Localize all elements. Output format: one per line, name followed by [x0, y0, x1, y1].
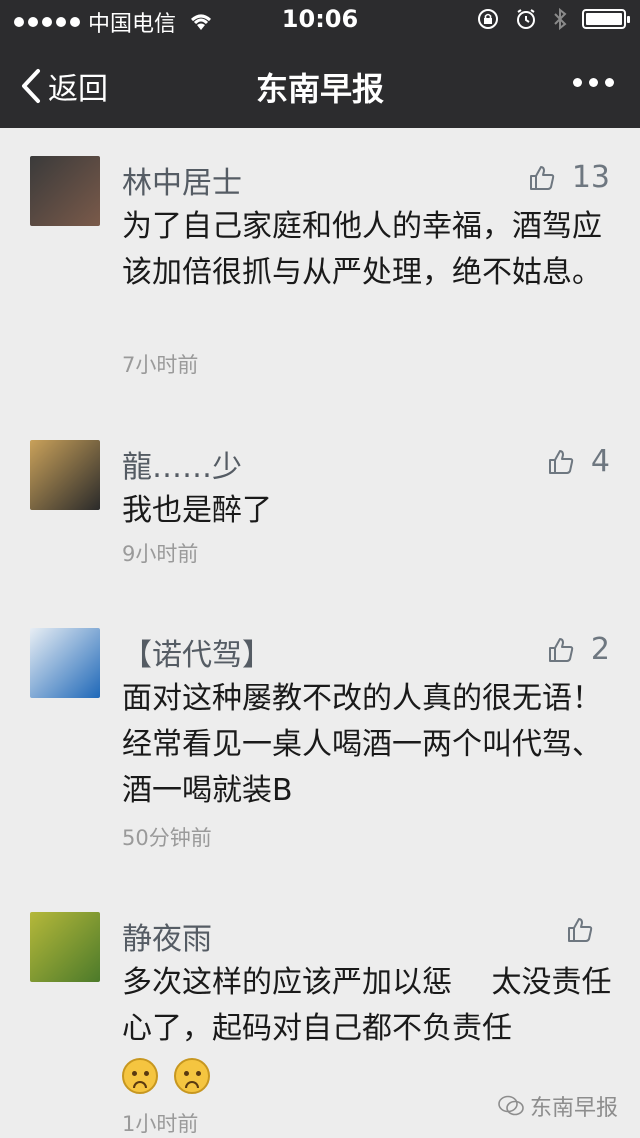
page-title: 东南早报: [0, 64, 640, 110]
comment-text-body: 多次这样的应该严加以惩 太没责任心了，起码对自己都不负责任: [122, 965, 612, 1046]
like-button[interactable]: 13: [528, 160, 610, 195]
comment-time: 1小时前: [122, 1108, 198, 1138]
comment-time: 50分钟前: [122, 822, 212, 852]
commenter-name[interactable]: 林中居士: [122, 158, 242, 202]
commenter-name[interactable]: 龍……少: [122, 442, 242, 486]
sad-face-emoji-icon: [122, 1058, 158, 1094]
thumbs-up-icon: [566, 916, 594, 944]
comment-time: 9小时前: [122, 538, 198, 568]
like-count: 13: [572, 160, 610, 195]
thumbs-up-icon: [547, 448, 575, 476]
watermark: 东南早报: [498, 1090, 618, 1122]
commenter-name[interactable]: 静夜雨: [122, 914, 212, 958]
avatar[interactable]: [30, 440, 100, 510]
thumbs-up-icon: [528, 164, 556, 192]
more-dots-icon[interactable]: [573, 78, 614, 87]
like-button[interactable]: 2: [547, 632, 610, 667]
comment-text: 我也是醉了: [122, 488, 612, 534]
like-button[interactable]: [566, 916, 610, 944]
comment-time: 7小时前: [122, 349, 198, 379]
like-count: 4: [591, 444, 610, 479]
status-bar: 中国电信 10:06: [0, 0, 640, 40]
watermark-label: 东南早报: [530, 1090, 618, 1122]
like-count: 2: [591, 632, 610, 667]
like-button[interactable]: 4: [547, 444, 610, 479]
nav-bar: 返回 东南早报: [0, 40, 640, 128]
comment-text: 面对这种屡教不改的人真的很无语！经常看见一桌人喝酒一两个叫代驾、酒一喝就装B: [122, 676, 612, 814]
avatar[interactable]: [30, 912, 100, 982]
thumbs-up-icon: [547, 636, 575, 664]
comment-text: 为了自己家庭和他人的幸福，酒驾应该加倍很抓与从严处理，绝不姑息。: [122, 204, 612, 296]
rotation-lock-icon: [476, 7, 500, 31]
alarm-icon: [514, 7, 538, 31]
comment-text: 多次这样的应该严加以惩 太没责任心了，起码对自己都不负责任: [122, 960, 612, 1098]
commenter-name[interactable]: 【诺代驾】: [122, 630, 272, 674]
wechat-icon: [498, 1095, 524, 1117]
battery-icon: [582, 9, 626, 29]
avatar[interactable]: [30, 156, 100, 226]
worried-face-emoji-icon: [174, 1058, 210, 1094]
avatar[interactable]: [30, 628, 100, 698]
bluetooth-icon: [552, 7, 568, 31]
status-right: [476, 7, 626, 31]
